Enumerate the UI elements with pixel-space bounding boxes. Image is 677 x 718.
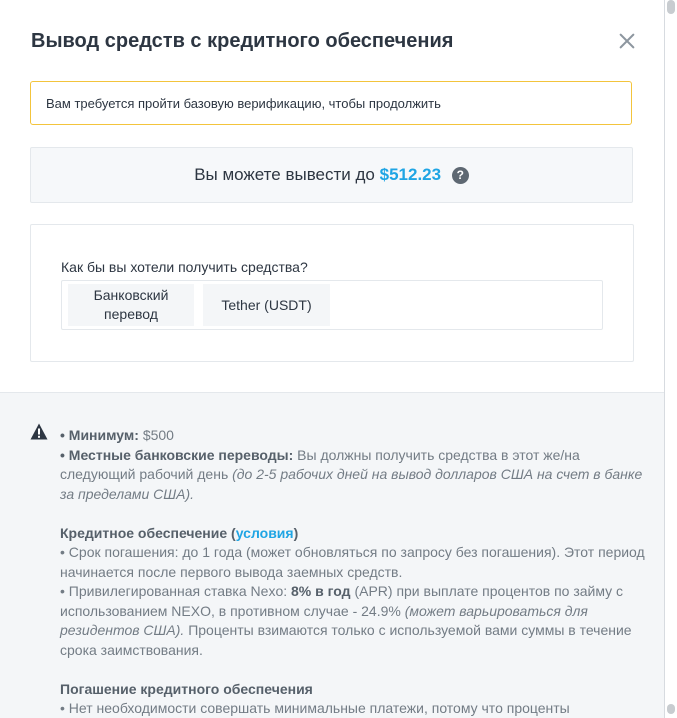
question-icon[interactable]: ?	[451, 167, 469, 184]
scrollbar-thumb-bottom[interactable]	[667, 704, 675, 714]
option-bank-transfer[interactable]: Банковский перевод	[68, 284, 194, 326]
term-line: • Срок погашения: до 1 года (может обнов…	[60, 544, 645, 580]
verification-alert: Вам требуется пройти базовую верификацию…	[30, 81, 632, 125]
scrollbar-thumb-top[interactable]	[667, 0, 675, 14]
rate-prefix: • Привилегированная ставка Nexo:	[60, 583, 288, 599]
repayment-line: • Нет необходимости совершать минимальны…	[60, 700, 570, 716]
rate-line: • Привилегированная ставка Nexo: 8% в го…	[60, 582, 650, 660]
repayment-heading: Погашение кредитного обеспечения	[60, 680, 313, 697]
option-bank-transfer-line1: Банковский	[93, 287, 169, 303]
credit-heading-end: )	[293, 524, 299, 541]
terms-link[interactable]: условия	[236, 525, 294, 541]
rate-value: 8% в год	[291, 583, 351, 599]
amount-value: $512.23	[379, 165, 442, 184]
minimum-line: • Минимум: $500	[60, 426, 650, 446]
alert-text: Вам требуется пройти базовую верификацию…	[46, 96, 441, 111]
option-tether-usdt[interactable]: Tether (USDT)	[203, 284, 330, 326]
credit-heading: Кредитное обеспечение (условия)	[60, 524, 650, 544]
local-transfers-line: • Местные банковские переводы: Вы должны…	[60, 446, 650, 505]
amount-prefix: Вы можете вывести до	[194, 165, 375, 184]
available-amount-line: Вы можете вывести до $512.23 ?	[31, 165, 632, 185]
scrollbar[interactable]	[665, 0, 677, 718]
warning-icon	[30, 423, 48, 440]
minimum-label: • Минимум:	[60, 427, 139, 443]
modal-title: Вывод средств с кредитного обеспечения	[31, 30, 454, 52]
info-text: • Минимум: $500 • Местные банковские пер…	[60, 426, 650, 718]
option-bank-transfer-line2: перевод	[104, 306, 158, 322]
credit-heading-text: Кредитное обеспечение (	[60, 524, 236, 541]
withdraw-modal: Вывод средств с кредитного обеспечения В…	[0, 0, 665, 718]
payout-method-section: Как бы вы хотели получить средства? Банк…	[30, 224, 634, 362]
minimum-value: $500	[142, 427, 174, 443]
payout-method-options: Банковский перевод Tether (USDT)	[61, 280, 603, 330]
available-amount-box: Вы можете вывести до $512.23 ?	[30, 147, 633, 203]
info-panel: • Минимум: $500 • Местные банковские пер…	[0, 392, 664, 718]
local-transfers-label: • Местные банковские переводы:	[60, 446, 294, 463]
close-icon[interactable]	[619, 33, 635, 49]
payout-method-question: Как бы вы хотели получить средства?	[61, 259, 308, 275]
